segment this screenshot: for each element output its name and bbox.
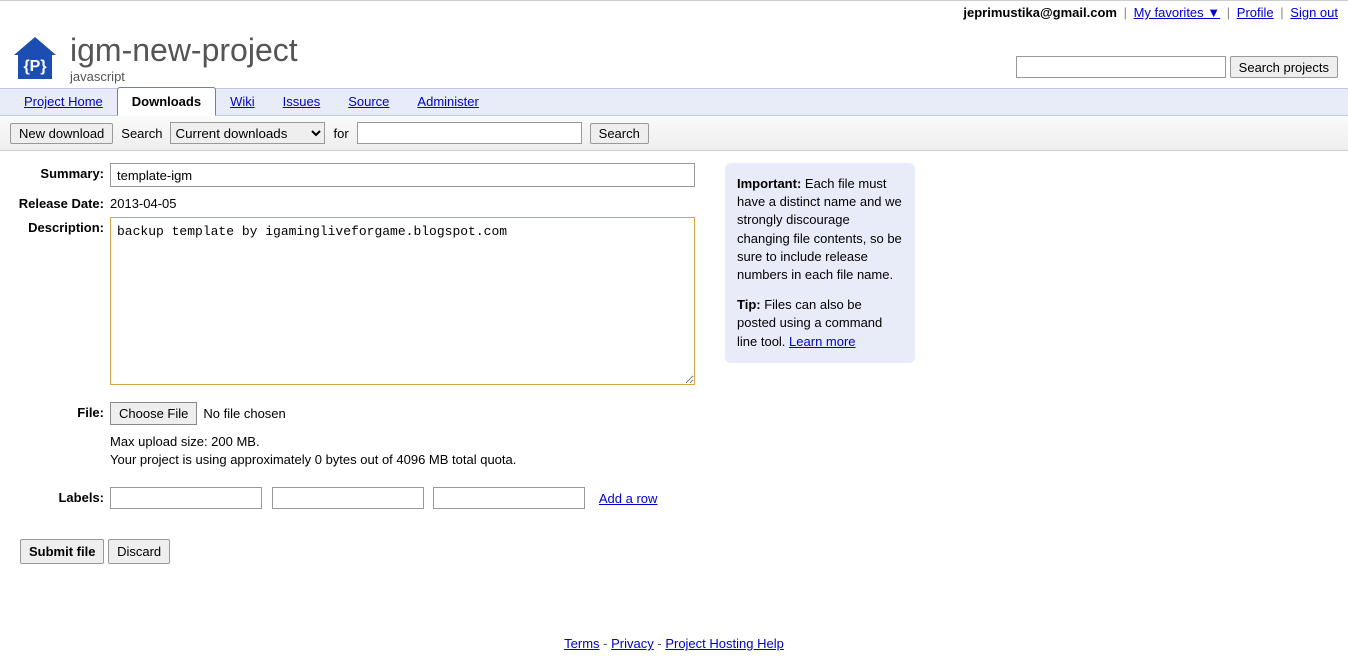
learn-more-link[interactable]: Learn more	[789, 334, 855, 349]
label-input-1[interactable]	[110, 487, 262, 509]
tab-issues[interactable]: Issues	[269, 88, 335, 115]
svg-text:{P}: {P}	[23, 58, 46, 75]
label-input-3[interactable]	[433, 487, 585, 509]
choose-file-button[interactable]: Choose File	[110, 402, 197, 425]
label-input-2[interactable]	[272, 487, 424, 509]
quota-note: Your project is using approximately 0 by…	[110, 451, 695, 469]
footer-terms[interactable]: Terms	[564, 636, 599, 651]
add-row-link[interactable]: Add a row	[599, 491, 658, 506]
footer-privacy[interactable]: Privacy	[611, 636, 654, 651]
user-email: jeprimustika@gmail.com	[963, 5, 1117, 20]
release-date-label: Release Date:	[10, 193, 110, 211]
profile-link[interactable]: Profile	[1237, 5, 1274, 20]
new-download-button[interactable]: New download	[10, 123, 113, 144]
footer-help[interactable]: Project Hosting Help	[665, 636, 784, 651]
tab-administer[interactable]: Administer	[403, 88, 492, 115]
footer: Terms - Privacy - Project Hosting Help	[0, 576, 1348, 661]
downloads-subbar: New download Search Current downloads fo…	[0, 116, 1348, 151]
file-chosen-text: No file chosen	[203, 406, 285, 421]
tip-label: Tip:	[737, 297, 761, 312]
labels-label: Labels:	[10, 487, 110, 505]
project-subtitle: javascript	[70, 69, 1016, 84]
project-logo-icon: {P}	[10, 33, 60, 83]
tab-downloads[interactable]: Downloads	[117, 87, 216, 116]
search-label: Search	[121, 126, 162, 141]
important-text: Each file must have a distinct name and …	[737, 176, 902, 282]
tab-source[interactable]: Source	[334, 88, 403, 115]
project-search-input[interactable]	[1016, 56, 1226, 78]
search-filter-select[interactable]: Current downloads	[170, 122, 325, 144]
signout-link[interactable]: Sign out	[1290, 5, 1338, 20]
summary-input[interactable]	[110, 163, 695, 187]
description-label: Description:	[10, 217, 110, 235]
discard-button[interactable]: Discard	[108, 539, 170, 564]
search-query-input[interactable]	[357, 122, 582, 144]
submit-file-button[interactable]: Submit file	[20, 539, 104, 564]
summary-label: Summary:	[10, 163, 110, 181]
file-label: File:	[10, 402, 110, 420]
tab-project-home[interactable]: Project Home	[10, 88, 117, 115]
info-box: Important: Each file must have a distinc…	[725, 163, 915, 363]
project-title: igm-new-project	[70, 32, 1016, 69]
my-favorites-link[interactable]: My favorites ▼	[1134, 5, 1221, 20]
description-textarea[interactable]: backup template by igaminglivefor­game.b…	[110, 217, 695, 385]
important-label: Important:	[737, 176, 801, 191]
tab-wiki[interactable]: Wiki	[216, 88, 269, 115]
search-button[interactable]: Search	[590, 123, 649, 144]
release-date-value: 2013-04-05	[110, 193, 695, 211]
search-projects-button[interactable]: Search projects	[1230, 56, 1338, 78]
for-label: for	[333, 126, 348, 141]
tab-bar: Project Home Downloads Wiki Issues Sourc…	[0, 88, 1348, 116]
user-bar: jeprimustika@gmail.com | My favorites ▼ …	[0, 0, 1348, 24]
max-upload-note: Max upload size: 200 MB.	[110, 433, 695, 451]
header: {P} igm-new-project javascript Search pr…	[0, 24, 1348, 88]
